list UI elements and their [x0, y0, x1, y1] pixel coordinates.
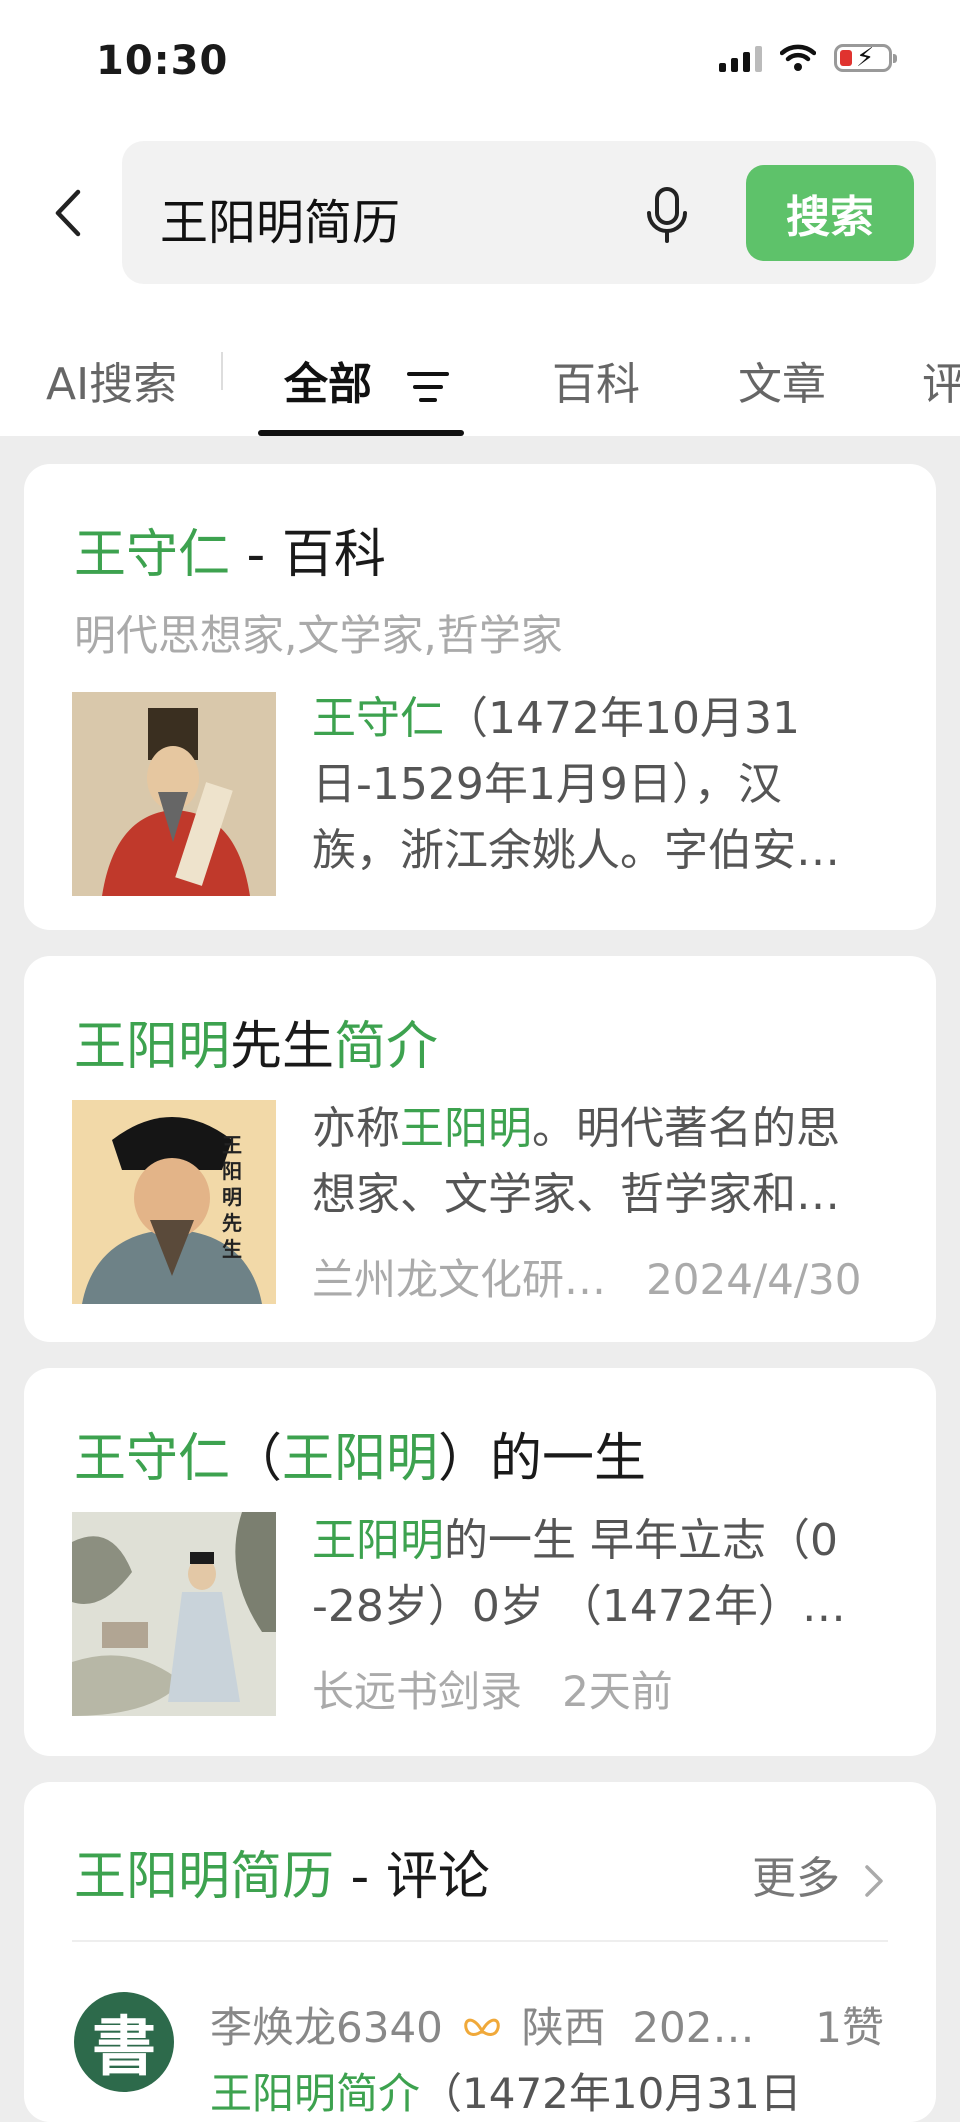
svg-text:生: 生 [222, 1237, 242, 1261]
comment-date: 202… [632, 2003, 755, 2052]
active-tab-indicator [258, 430, 464, 436]
svg-text:阳: 阳 [222, 1159, 242, 1183]
butterfly-badge-icon [464, 2018, 500, 2036]
more-comments-link[interactable]: 更多 [752, 1842, 886, 1906]
search-button[interactable]: 搜索 [746, 165, 914, 261]
result-title[interactable]: 王阳明先生简介 [74, 1004, 438, 1079]
section-divider [72, 1940, 888, 1942]
result-date: 2天前 [562, 1667, 673, 1716]
portrait-image [72, 692, 276, 896]
tab-articles[interactable]: 文章 [738, 348, 826, 412]
wifi-icon [780, 44, 816, 71]
result-meta: 兰州龙文化研… 2024/4/30 [312, 1246, 861, 1307]
search-input[interactable]: 王阳明简历 搜索 [122, 141, 936, 284]
comment-text[interactable]: 王阳明简介（1472年10月31日 [210, 2060, 802, 2121]
result-source: 兰州龙文化研… [312, 1255, 607, 1304]
microphone-icon[interactable] [642, 185, 692, 245]
tab-divider [221, 352, 223, 390]
status-time: 10:30 [96, 38, 229, 84]
comment-location: 陕西 [521, 2003, 606, 2052]
tab-bar: AI搜索 全部 百科 文章 评 [0, 330, 960, 436]
comment-likes[interactable]: 1赞 [815, 1994, 884, 2055]
result-subtitle: 明代思想家,文学家,哲学家 [74, 611, 563, 660]
painting-image [72, 1512, 276, 1716]
filter-icon[interactable] [407, 370, 450, 404]
result-snippet: 亦称王阳明。明代著名的思 想家、文学家、哲学家和… [312, 1103, 840, 1220]
signal-icon [719, 44, 762, 72]
chevron-right-icon [865, 1865, 883, 1897]
result-date: 2024/4/30 [646, 1255, 862, 1304]
tab-all-label: 全部 [284, 359, 372, 410]
tab-encyclopedia[interactable]: 百科 [552, 348, 640, 412]
result-card-article[interactable]: 王守仁（王阳明）的一生 王阳明的一生 早年立志（0 -28岁）0岁 （1472年… [24, 1368, 936, 1756]
search-query[interactable]: 王阳明简历 [160, 183, 400, 253]
svg-text:王: 王 [222, 1133, 242, 1157]
result-title[interactable]: 王守仁（王阳明）的一生 [74, 1416, 646, 1491]
comment-user[interactable]: 李焕龙6340 [210, 2003, 443, 2052]
result-source: 长远书剑录 [312, 1667, 523, 1716]
comments-card: 王阳明简历 - 评论 更多 書 李焕龙6340 陕西 202… 1赞 王阳明简介… [24, 1782, 936, 2122]
svg-text:明: 明 [222, 1185, 242, 1209]
avatar[interactable]: 書 [74, 1992, 174, 2092]
tab-ai-search[interactable]: AI搜索 [46, 348, 177, 412]
result-snippet: 王守仁（1472年10月31 日-1529年1月9日），汉 族，浙江余姚人。字伯… [312, 693, 840, 876]
battery-icon: ⚡ [834, 44, 897, 72]
portrait-image: 王 阳 明 先 生 [72, 1100, 276, 1304]
comments-title[interactable]: 王阳明简历 - 评论 [74, 1834, 490, 1909]
status-bar: 10:30 ⚡ [0, 0, 960, 120]
result-card-article[interactable]: 王阳明先生简介 王 阳 明 先 生 亦称王阳明。明代著名的思 想家、文学家、哲学… [24, 956, 936, 1342]
tab-all[interactable]: 全部 [284, 348, 450, 412]
svg-text:先: 先 [222, 1211, 242, 1235]
comment-meta: 李焕龙6340 陕西 202… [210, 1994, 755, 2055]
back-arrow-icon[interactable] [48, 188, 88, 238]
result-card-encyclopedia[interactable]: 王守仁 - 百科 明代思想家,文学家,哲学家 王守仁（1472年10月31 日-… [24, 464, 936, 930]
tab-comments[interactable]: 评 [922, 348, 960, 412]
result-snippet: 王阳明的一生 早年立志（0 -28岁）0岁 （1472年）… [312, 1515, 846, 1632]
header-area: 10:30 ⚡ 王阳明简历 搜索 AI搜索 全部 百科 文章 评 [0, 0, 960, 436]
result-title[interactable]: 王守仁 - 百科 [74, 512, 386, 587]
result-meta: 长远书剑录 2天前 [312, 1658, 673, 1719]
